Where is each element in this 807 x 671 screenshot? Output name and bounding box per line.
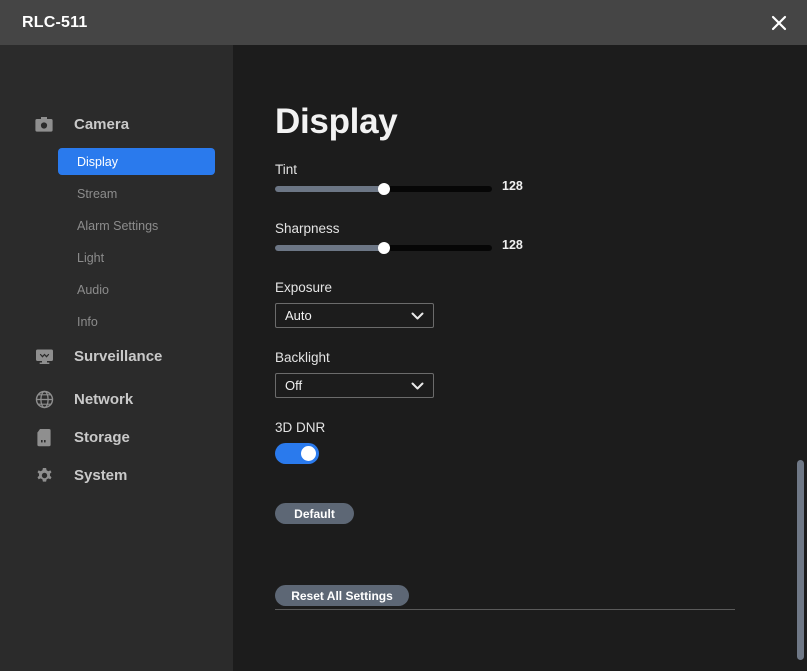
label-backlight: Backlight (275, 350, 330, 365)
slider-track-sharpness[interactable] (275, 242, 492, 254)
slider-tint[interactable]: 128 (275, 179, 565, 197)
sidebar-item-label-light: Light (77, 250, 105, 265)
sidebar-item-light[interactable]: Light (58, 244, 215, 271)
select-value-exposure: Auto (285, 308, 312, 323)
sidebar-item-audio[interactable]: Audio (58, 276, 215, 303)
select-exposure[interactable]: Auto (275, 303, 434, 328)
sidebar-item-alarm-settings[interactable]: Alarm Settings (58, 212, 215, 239)
toggle-3d-dnr[interactable] (275, 443, 319, 464)
sidebar-item-label-info: Info (77, 314, 98, 329)
reset-all-settings-button[interactable]: Reset All Settings (275, 585, 409, 606)
scrollbar[interactable] (793, 45, 807, 671)
chevron-down-icon (411, 311, 424, 320)
toggle-knob-3d-dnr (301, 446, 316, 461)
sidebar-item-label-display: Display (77, 154, 118, 169)
sidebar-item-system[interactable]: System (0, 458, 233, 492)
slider-thumb-tint[interactable] (377, 183, 390, 195)
close-icon (769, 13, 789, 33)
globe-icon (33, 388, 55, 410)
select-value-backlight: Off (285, 378, 303, 393)
slider-value-sharpness: 128 (502, 238, 523, 252)
section-divider (275, 609, 735, 610)
slider-track-tint[interactable] (275, 183, 492, 195)
select-backlight[interactable]: Off (275, 373, 434, 398)
sidebar-item-display[interactable]: Display (58, 148, 215, 175)
sidebar-item-storage[interactable]: Storage (0, 420, 233, 454)
close-button[interactable] (751, 0, 807, 45)
app-body: Camera Display Stream Alarm Settings Lig… (0, 45, 807, 671)
sidebar-item-surveillance[interactable]: Surveillance (0, 339, 233, 373)
main-content: Display Tint 128 Sharpness 128 Exposure … (233, 45, 807, 671)
monitor-icon (33, 345, 55, 367)
label-exposure: Exposure (275, 280, 333, 295)
scrollbar-thumb[interactable] (797, 460, 804, 660)
camera-icon (33, 113, 55, 135)
sidebar-group-label-storage: Storage (74, 428, 130, 446)
slider-value-tint: 128 (502, 179, 523, 193)
sidebar-item-label-alarm-settings: Alarm Settings (77, 218, 159, 233)
default-button[interactable]: Default (275, 503, 354, 524)
gear-icon (33, 464, 55, 486)
slider-sharpness[interactable]: 128 (275, 238, 565, 256)
label-sharpness: Sharpness (275, 221, 340, 236)
sidebar-item-label-audio: Audio (77, 282, 109, 297)
sidebar-group-label-system: System (74, 466, 128, 484)
sidebar-group-label-camera: Camera (74, 115, 130, 133)
sidebar-item-network[interactable]: Network (0, 382, 233, 416)
window-title: RLC-511 (22, 13, 88, 31)
sidebar-group-label-network: Network (74, 390, 134, 408)
sidebar-group-label-surveillance: Surveillance (74, 347, 163, 365)
slider-fill-sharpness (275, 245, 384, 251)
window-titlebar: RLC-511 (0, 0, 807, 45)
slider-thumb-sharpness[interactable] (377, 242, 390, 254)
sidebar-item-label-stream: Stream (77, 186, 118, 201)
sdcard-icon (33, 426, 55, 448)
label-3d-dnr: 3D DNR (275, 420, 326, 435)
sidebar-item-info[interactable]: Info (58, 308, 215, 335)
chevron-down-icon (411, 381, 424, 390)
sidebar-item-stream[interactable]: Stream (58, 180, 215, 207)
sidebar: Camera Display Stream Alarm Settings Lig… (0, 45, 233, 671)
page-title: Display (275, 102, 398, 141)
label-tint: Tint (275, 162, 298, 177)
slider-fill-tint (275, 186, 384, 192)
sidebar-item-camera[interactable]: Camera (0, 107, 233, 141)
